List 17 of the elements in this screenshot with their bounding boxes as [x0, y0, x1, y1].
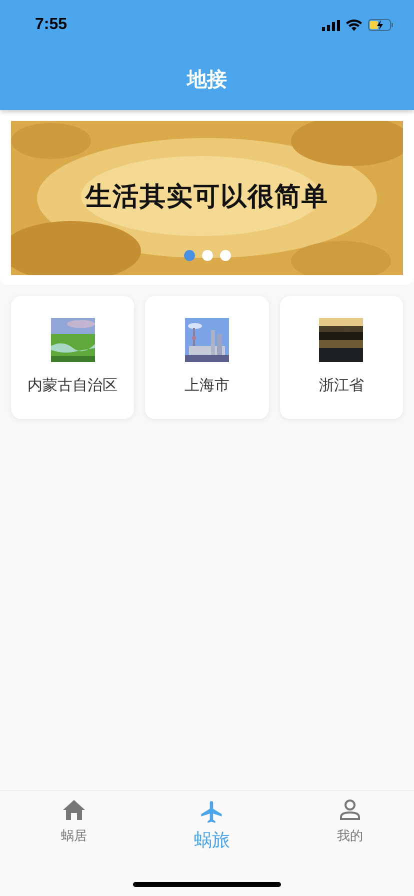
battery-icon: [368, 19, 394, 31]
signal-icon: [322, 20, 340, 30]
airplane-icon: [199, 799, 225, 825]
tab[interactable]: 我的: [320, 799, 380, 852]
home-icon: [62, 799, 86, 821]
wifi-icon: [346, 19, 362, 31]
region-name: 内蒙古自治区: [28, 376, 118, 395]
region-name: 上海市: [184, 376, 230, 395]
page-title: 地接: [185, 66, 228, 93]
status-time: 7:55: [35, 16, 68, 34]
tab[interactable]: 蜗居: [44, 799, 104, 852]
person-icon: [339, 799, 361, 821]
region-name: 浙江省: [318, 376, 364, 395]
region-card[interactable]: 上海市: [145, 296, 269, 419]
banner-caption: 生活其实可以很简单: [84, 181, 330, 214]
region-card[interactable]: 浙江省: [280, 296, 403, 419]
region-card[interactable]: 内蒙古自治区: [11, 296, 134, 419]
